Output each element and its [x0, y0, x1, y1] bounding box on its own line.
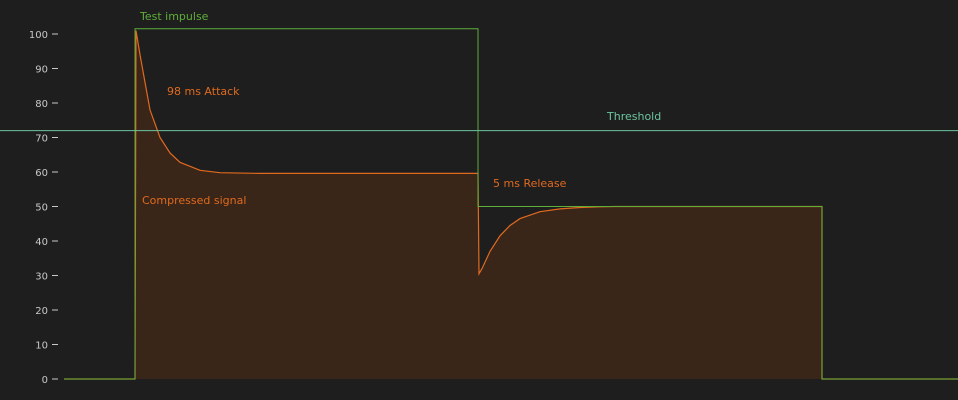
- y-tick-label: 30: [35, 272, 48, 283]
- y-tick-label: 10: [35, 341, 48, 352]
- compressed-signal-label: Compressed signal: [142, 194, 246, 207]
- y-tick-label: 60: [35, 168, 48, 179]
- y-axis: 0 10 20 30 40 50 60 70 80 90 100: [29, 30, 58, 386]
- attack-label: 98 ms Attack: [167, 85, 240, 98]
- y-tick-label: 100: [29, 30, 48, 41]
- release-label: 5 ms Release: [493, 177, 567, 190]
- y-tick-label: 70: [35, 134, 48, 145]
- y-tick-label: 80: [35, 99, 48, 110]
- test-impulse-label: Test impulse: [139, 10, 209, 23]
- y-tick-label: 0: [42, 375, 48, 386]
- compressor-chart: 0 10 20 30 40 50 60 70 80 90 100 Test impulse Thre…: [0, 10, 958, 386]
- y-tick-label: 50: [35, 203, 48, 214]
- y-tick-label: 40: [35, 237, 48, 248]
- y-tick-label: 20: [35, 306, 48, 317]
- threshold-label: Threshold: [606, 110, 661, 123]
- y-tick-label: 90: [35, 65, 48, 76]
